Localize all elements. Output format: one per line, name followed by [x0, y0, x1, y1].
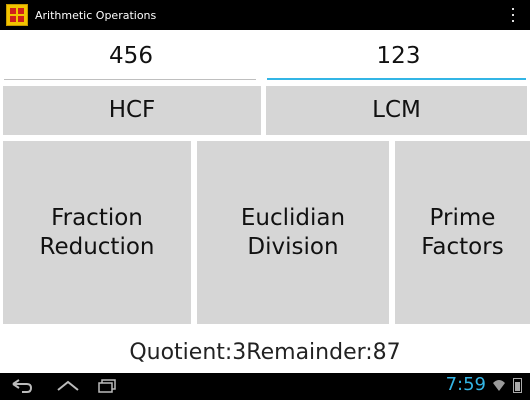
app-grid-icon	[6, 4, 28, 26]
euclidian-division-button[interactable]: Euclidian Division	[197, 141, 389, 324]
hcf-button[interactable]: HCF	[3, 86, 261, 135]
lcm-label: LCM	[372, 97, 421, 124]
second-number-input[interactable]: 123	[267, 30, 530, 82]
battery-icon	[513, 378, 522, 393]
input-underline-focused	[267, 78, 526, 80]
result-text: Quotient:3Remainder:87	[129, 339, 401, 365]
home-icon[interactable]	[55, 378, 81, 394]
clock: 7:59	[445, 374, 486, 395]
main-content: 456 123 HCF LCM Fraction Reduction Eucli…	[0, 30, 530, 373]
fraction-label-line2: Reduction	[39, 233, 155, 260]
back-icon[interactable]	[10, 378, 34, 394]
fraction-reduction-button[interactable]: Fraction Reduction	[3, 141, 191, 324]
euclid-label-line1: Euclidian	[240, 204, 346, 231]
second-number-value: 123	[376, 43, 421, 69]
lcm-button[interactable]: LCM	[266, 86, 527, 135]
prime-label-line1: Prime	[429, 204, 496, 231]
first-number-input[interactable]: 456	[0, 30, 262, 82]
system-navigation-bar: 7:59	[0, 373, 530, 400]
app-title: Arithmetic Operations	[35, 8, 157, 22]
fraction-label-line1: Fraction	[51, 204, 143, 231]
euclid-label-line2: Division	[247, 233, 339, 260]
overflow-menu-icon[interactable]	[510, 8, 516, 22]
action-bar: Arithmetic Operations	[0, 0, 530, 30]
first-number-value: 456	[109, 43, 153, 69]
hcf-label: HCF	[108, 97, 156, 124]
prime-factors-button[interactable]: Prime Factors	[395, 141, 530, 324]
recent-apps-icon[interactable]	[97, 378, 117, 394]
prime-label-line2: Factors	[421, 233, 504, 260]
input-underline	[4, 79, 256, 80]
wifi-icon	[493, 380, 505, 391]
